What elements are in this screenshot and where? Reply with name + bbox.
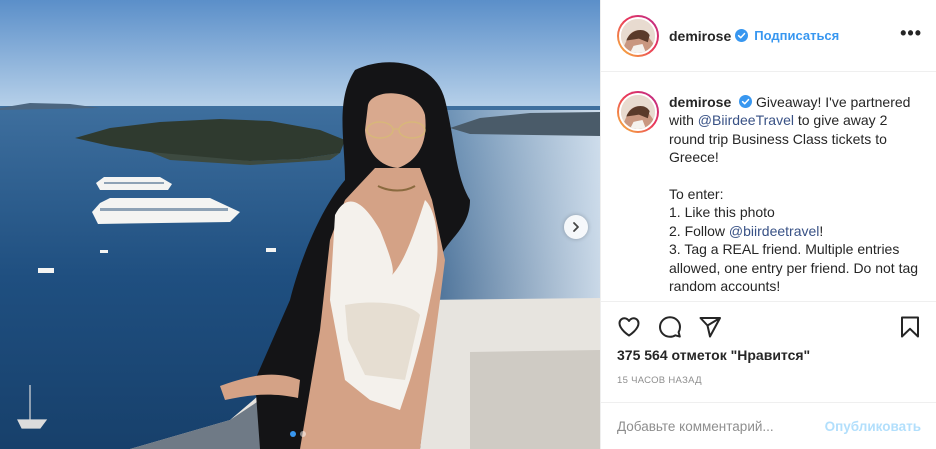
action-bar bbox=[601, 312, 936, 342]
avatar-image bbox=[621, 18, 655, 53]
speech-bubble-icon[interactable] bbox=[658, 315, 682, 339]
caption-line: 3. Tag a REAL friend. Multiple entries a… bbox=[669, 241, 919, 295]
caption-text: ! bbox=[819, 222, 824, 239]
post-caption: demirose Giveaway! I've partnered with @… bbox=[669, 93, 921, 301]
verified-badge-icon bbox=[739, 95, 753, 108]
carousel-dot bbox=[300, 431, 306, 437]
avatar[interactable] bbox=[617, 14, 659, 57]
mention-link[interactable]: @BiirdeeTravel bbox=[698, 112, 794, 128]
username[interactable]: demirose bbox=[669, 28, 731, 44]
next-slide-button[interactable] bbox=[564, 215, 588, 239]
comment-input[interactable] bbox=[617, 418, 825, 434]
post-timestamp[interactable]: 15 ЧАСОВ НАЗАД bbox=[617, 375, 702, 386]
carousel-dot-active bbox=[290, 431, 296, 437]
heart-outline-icon[interactable] bbox=[617, 315, 641, 339]
caption-username[interactable]: demirose bbox=[669, 94, 731, 110]
caption-text: 2. Follow bbox=[669, 222, 726, 239]
carousel-indicator bbox=[290, 431, 306, 437]
bookmark-icon[interactable] bbox=[898, 315, 922, 339]
paper-plane-icon[interactable] bbox=[698, 315, 722, 339]
post-side-panel: demirose Подписаться ••• demirose Giveaw… bbox=[600, 0, 936, 449]
more-options-button[interactable]: ••• bbox=[900, 24, 922, 42]
caption-avatar[interactable] bbox=[617, 91, 659, 133]
likes-count[interactable]: 375 564 отметок "Нравится" bbox=[617, 347, 810, 363]
caption-line: To enter: bbox=[669, 186, 724, 203]
avatar-image bbox=[621, 95, 655, 129]
caption-line: 2. Follow @biirdeetravel! bbox=[669, 222, 921, 240]
mention-link[interactable]: @biirdeetravel bbox=[729, 223, 819, 239]
verified-badge-icon bbox=[735, 29, 749, 42]
publish-button[interactable]: Опубликовать bbox=[825, 419, 921, 434]
post-photo[interactable] bbox=[0, 0, 600, 449]
follow-button[interactable]: Подписаться bbox=[754, 28, 839, 43]
chevron-right-icon bbox=[573, 222, 579, 232]
post-header: demirose Подписаться ••• bbox=[601, 0, 936, 72]
post-image bbox=[0, 0, 600, 449]
caption-line: 1. Like this photo bbox=[669, 204, 775, 221]
comment-form: Опубликовать bbox=[601, 402, 936, 449]
caption-section: demirose Giveaway! I've partnered with @… bbox=[601, 73, 936, 302]
